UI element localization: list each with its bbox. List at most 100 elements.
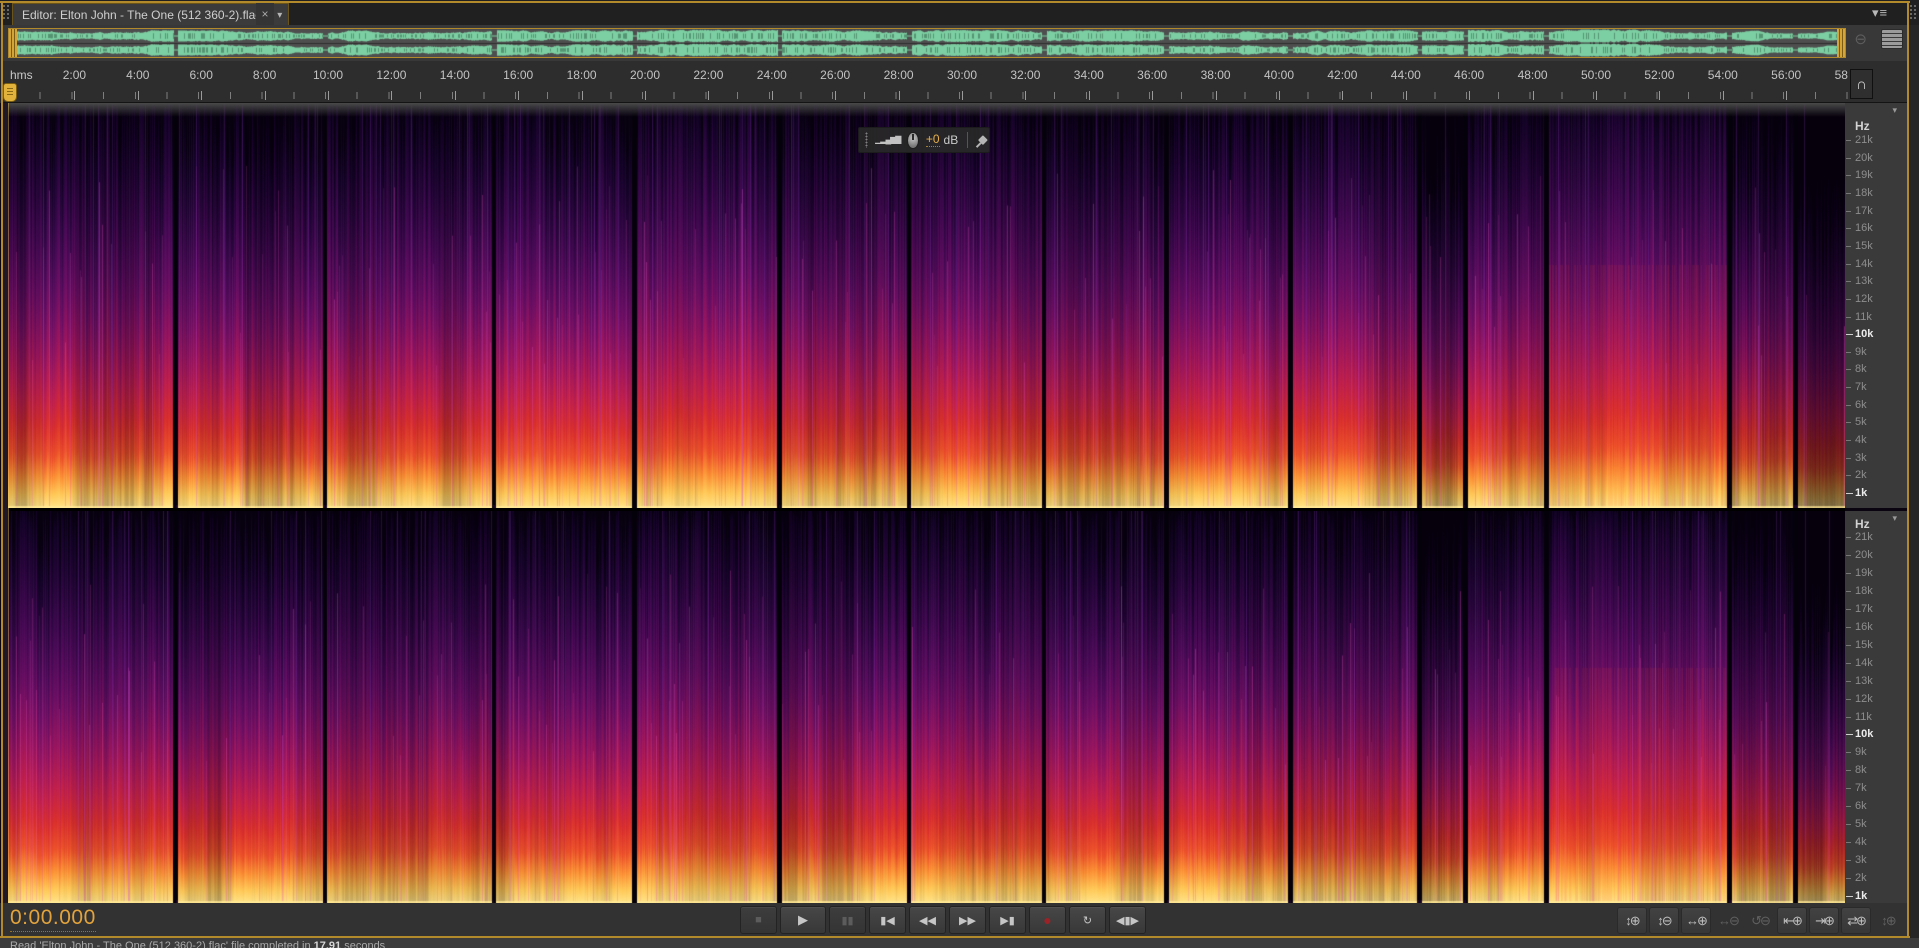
audition-editor-panel: Editor: Elton John - The One (512 360-2)… xyxy=(0,0,1919,948)
zoom-out-amplitude-button[interactable]: ↕⊖ xyxy=(1649,907,1679,934)
time-display[interactable]: 0:00.000 xyxy=(10,906,96,932)
frequency-tick-label: 13k xyxy=(1855,675,1873,687)
overview-waveform[interactable] xyxy=(9,29,1845,57)
zoom-out-time-button[interactable]: ↔⊖ xyxy=(1713,907,1743,934)
frequency-tick-label: 16k xyxy=(1855,621,1873,633)
zoom-in-at-in-point-button[interactable]: ⇤⊕ xyxy=(1777,907,1807,934)
spectrogram-channel-right[interactable] xyxy=(8,511,1845,903)
scale-collapse-icon[interactable]: ▾ xyxy=(1892,513,1897,524)
loop-playback-button[interactable]: ↻ xyxy=(1069,906,1106,934)
frequency-tick-label: 3k xyxy=(1855,452,1867,464)
zoom-in-amplitude-button[interactable]: ↕⊕ xyxy=(1617,907,1647,934)
ruler-label: 4:00 xyxy=(126,68,149,82)
play-button[interactable]: ▶ xyxy=(780,906,826,934)
skip-selection-button[interactable]: ◀▮▶ xyxy=(1109,906,1146,934)
overview-right-handle[interactable] xyxy=(1837,29,1845,57)
overview-navigator[interactable] xyxy=(8,28,1846,58)
skip-to-end-button[interactable]: ▶▮ xyxy=(989,906,1026,934)
ruler-label: 40:00 xyxy=(1264,68,1294,82)
frequency-tick-label: 11k xyxy=(1855,711,1872,723)
top-fade xyxy=(8,103,1845,117)
frequency-tick-label: 17k xyxy=(1855,205,1873,217)
frequency-tick-label: 9k xyxy=(1855,746,1867,758)
channel-divider[interactable] xyxy=(8,508,1845,511)
frequency-tick-label: 11k xyxy=(1855,311,1872,323)
ruler-label: 38:00 xyxy=(1201,68,1231,82)
zoom-in-at-out-point-button[interactable]: ⇥⊕ xyxy=(1809,907,1839,934)
frequency-tick-label: 6k xyxy=(1855,399,1867,411)
panel-border-left xyxy=(1,1,3,938)
ruler-label: 12:00 xyxy=(376,68,406,82)
ruler-label: 52:00 xyxy=(1644,68,1674,82)
frequency-tick-label: 6k xyxy=(1855,800,1867,812)
panel-border-bottom xyxy=(0,936,1910,938)
fast-forward-button[interactable]: ▶▶ xyxy=(949,906,986,934)
panel-grip-right[interactable] xyxy=(1909,4,1918,21)
scale-collapse-icon[interactable]: ▾ xyxy=(1892,105,1897,116)
transport-bar: 0:00.000 ■▶▮▮▮◀◀◀▶▶▶▮●↻◀▮▶ ↕⊕↕⊖↔⊕↔⊖↺⊖⇤⊕⇥… xyxy=(3,903,1907,936)
spectral-display: Hz▾21k20k19k18k17k16k15k14k13k12k11k10k9… xyxy=(0,103,1919,903)
tab-close-button[interactable]: × xyxy=(256,3,274,25)
overview-left-handle[interactable] xyxy=(9,29,17,57)
record-button[interactable]: ● xyxy=(1029,906,1066,934)
ruler-label: 58:00 xyxy=(1835,68,1848,82)
zoom-out-full-button[interactable]: ↺⊖ xyxy=(1745,907,1775,934)
editor-tab[interactable]: Editor: Elton John - The One (512 360-2)… xyxy=(12,3,289,26)
pin-icon[interactable] xyxy=(971,133,986,148)
frequency-tick-label: 14k xyxy=(1855,657,1873,669)
frequency-tick-label: 9k xyxy=(1855,346,1867,358)
ruler-label: 34:00 xyxy=(1074,68,1104,82)
panel-border-top xyxy=(0,1,1910,3)
frequency-tick-label: 12k xyxy=(1855,293,1873,305)
frequency-tick-label: 5k xyxy=(1855,416,1867,428)
volume-hud[interactable]: ▁▂▄▆▇ +0 dB xyxy=(858,127,990,153)
playhead-line xyxy=(8,103,9,903)
magnet-icon: ∩ xyxy=(1856,76,1867,93)
snap-button[interactable]: ∩ xyxy=(1850,69,1873,99)
ruler-label: 14:00 xyxy=(440,68,470,82)
zoom-to-selection-button[interactable]: ⇄⊕ xyxy=(1841,907,1871,934)
reset-vertical-zoom-button[interactable]: ↕⊕ xyxy=(1873,907,1903,934)
hud-grip[interactable] xyxy=(865,132,868,148)
frequency-tick-label: 10k xyxy=(1855,328,1873,340)
frequency-tick-label: 15k xyxy=(1855,240,1873,252)
transport-buttons: ■▶▮▮▮◀◀◀▶▶▶▮●↻◀▮▶ xyxy=(740,906,1146,934)
frequency-tick-label: 18k xyxy=(1855,585,1873,597)
skip-to-start-button[interactable]: ▮◀ xyxy=(869,906,906,934)
ruler-label: 10:00 xyxy=(313,68,343,82)
ruler-label: 22:00 xyxy=(693,68,723,82)
frequency-tick-label: 2k xyxy=(1855,872,1867,884)
stop-button[interactable]: ■ xyxy=(740,906,777,934)
playhead-handle[interactable] xyxy=(3,83,17,102)
volume-knob[interactable] xyxy=(907,132,918,149)
panel-menu-icon[interactable]: ▾≡ xyxy=(1872,5,1888,21)
ruler-label: 20:00 xyxy=(630,68,660,82)
frequency-unit-label: Hz xyxy=(1855,517,1870,531)
ruler-label: 18:00 xyxy=(567,68,597,82)
rewind-button[interactable]: ◀◀ xyxy=(909,906,946,934)
ruler-label: 56:00 xyxy=(1771,68,1801,82)
right-gutter xyxy=(1909,103,1919,903)
frequency-scale-right[interactable]: Hz▾21k20k19k18k17k16k15k14k13k12k11k10k9… xyxy=(1845,511,1907,906)
hud-db-value[interactable]: +0 xyxy=(926,133,940,147)
spectrogram-channel-left[interactable] xyxy=(8,103,1845,508)
frequency-tick-label: 17k xyxy=(1855,603,1873,615)
overview-menu-button[interactable] xyxy=(1881,29,1903,49)
ruler-label: 28:00 xyxy=(884,68,914,82)
frequency-tick-label: 18k xyxy=(1855,187,1873,199)
ruler-label: 42:00 xyxy=(1327,68,1357,82)
frequency-tick-label: 7k xyxy=(1855,381,1867,393)
panel-grip-left[interactable] xyxy=(2,4,11,21)
frequency-tick-label: 7k xyxy=(1855,782,1867,794)
status-message: Read 'Elton John - The One (512 360-2).f… xyxy=(10,940,385,948)
frequency-tick-label: 21k xyxy=(1855,134,1873,146)
zoom-buttons: ↕⊕↕⊖↔⊕↔⊖↺⊖⇤⊕⇥⊕⇄⊕↕⊕ xyxy=(1617,907,1903,934)
status-bar: Read 'Elton John - The One (512 360-2).f… xyxy=(0,938,1919,948)
zoom-in-time-button[interactable]: ↔⊕ xyxy=(1681,907,1711,934)
hud-db-unit: dB xyxy=(944,133,959,147)
frequency-scale-left[interactable]: Hz▾21k20k19k18k17k16k15k14k13k12k11k10k9… xyxy=(1845,103,1907,508)
ruler-label: 16:00 xyxy=(503,68,533,82)
pause-button[interactable]: ▮▮ xyxy=(829,906,866,934)
timeline-ruler[interactable]: hms 2:004:006:008:0010:0012:0014:0016:00… xyxy=(3,61,1907,103)
panel-border-right xyxy=(1907,1,1909,938)
